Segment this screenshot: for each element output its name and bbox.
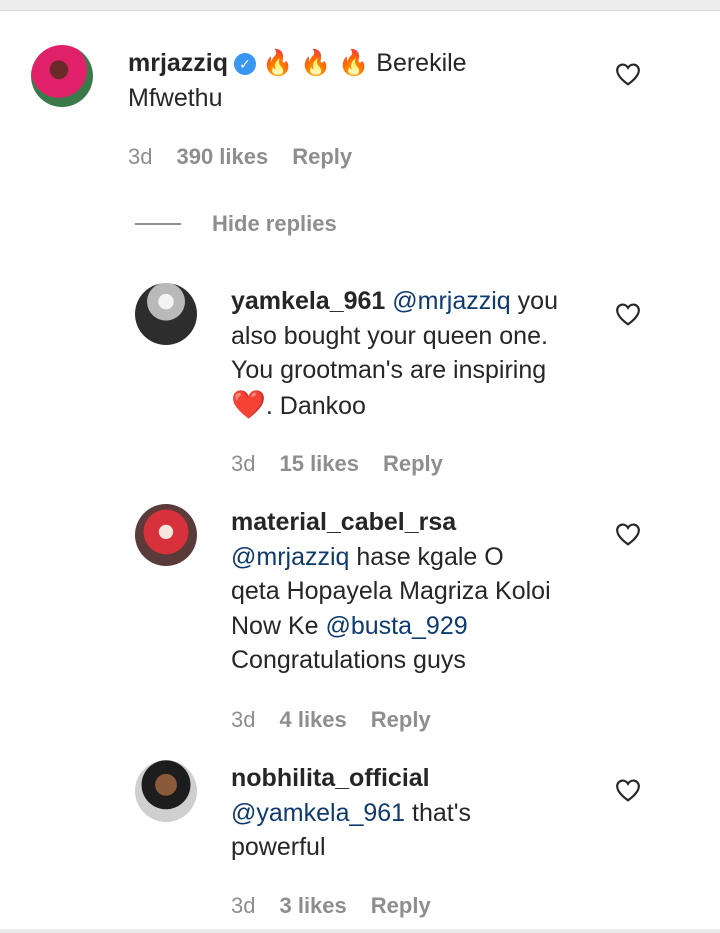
comment-time: 3d bbox=[128, 144, 153, 169]
comment-text-line4: Now Ke bbox=[231, 611, 326, 640]
mention-link[interactable]: @busta_929 bbox=[325, 612, 467, 640]
hide-replies-toggle[interactable]: Hide replies bbox=[135, 208, 337, 240]
likes-count[interactable]: 15 likes bbox=[279, 451, 359, 476]
comment-body: mrjazziq ✓ 🔥 🔥 🔥 Berekile Mfwethu bbox=[128, 46, 598, 115]
red-heart-emoji: ❤️ bbox=[231, 388, 266, 420]
likes-count[interactable]: 4 likes bbox=[279, 707, 346, 732]
avatar[interactable] bbox=[135, 283, 197, 345]
comment-text-line4: . Dankoo bbox=[265, 391, 366, 420]
top-divider bbox=[0, 0, 720, 11]
comment-username[interactable]: yamkela_961 bbox=[231, 287, 385, 315]
reply-button[interactable]: Reply bbox=[371, 707, 431, 732]
bottom-divider bbox=[0, 929, 720, 933]
likes-count[interactable]: 3 likes bbox=[279, 893, 346, 918]
comment-text: hase kgale O bbox=[349, 542, 504, 571]
comment-body: yamkela_961 @mrjazziq you also bought yo… bbox=[231, 284, 601, 423]
comment-body: material_cabel_rsa @mrjazziq hase kgale … bbox=[231, 505, 601, 678]
comment-text: Berekile bbox=[376, 49, 467, 77]
comment-body: nobhilita_official @yamkela_961 that's p… bbox=[231, 761, 601, 865]
comment-text-line3: powerful bbox=[231, 833, 326, 861]
comment-text-line5: Congratulations guys bbox=[231, 646, 466, 674]
mention-link[interactable]: @yamkela_961 bbox=[231, 799, 405, 827]
avatar[interactable] bbox=[31, 45, 93, 107]
verified-badge-icon: ✓ bbox=[234, 53, 257, 75]
avatar[interactable] bbox=[135, 504, 197, 566]
comment-text-line3: You grootman's are inspiring bbox=[231, 356, 547, 384]
like-heart-icon[interactable] bbox=[615, 62, 641, 86]
comment-meta: 3d 15 likes Reply bbox=[231, 451, 467, 477]
comment-text: you bbox=[510, 287, 558, 315]
mention-link[interactable]: @mrjazziq bbox=[231, 543, 349, 571]
comment-time: 3d bbox=[231, 893, 256, 918]
like-heart-icon[interactable] bbox=[615, 522, 641, 546]
comment-username[interactable]: mrjazziq bbox=[128, 49, 228, 77]
like-heart-icon[interactable] bbox=[615, 302, 641, 326]
divider-line bbox=[135, 223, 181, 225]
comment-text-line2: also bought your queen one. bbox=[231, 321, 548, 350]
comment-username[interactable]: material_cabel_rsa bbox=[231, 508, 456, 536]
hide-replies-label[interactable]: Hide replies bbox=[212, 211, 337, 237]
comment-text-line3: qeta Hopayela Magriza Koloi bbox=[231, 577, 551, 605]
like-heart-icon[interactable] bbox=[615, 778, 641, 802]
reply-button[interactable]: Reply bbox=[371, 893, 431, 918]
comment-meta: 3d 4 likes Reply bbox=[231, 707, 455, 733]
mention-link[interactable]: @mrjazziq bbox=[392, 287, 510, 315]
comment-time: 3d bbox=[231, 451, 256, 476]
avatar[interactable] bbox=[135, 760, 197, 822]
comment-meta: 3d 390 likes Reply bbox=[128, 144, 376, 170]
likes-count[interactable]: 390 likes bbox=[176, 144, 268, 169]
fire-emoji: 🔥 🔥 🔥 bbox=[262, 49, 370, 77]
comment-time: 3d bbox=[231, 707, 256, 732]
comment-username[interactable]: nobhilita_official bbox=[231, 764, 430, 792]
comment-meta: 3d 3 likes Reply bbox=[231, 893, 455, 919]
comment-text: that's bbox=[405, 798, 472, 827]
reply-button[interactable]: Reply bbox=[383, 451, 443, 476]
reply-button[interactable]: Reply bbox=[292, 144, 352, 169]
comment-text-line2: Mfwethu bbox=[128, 83, 223, 112]
